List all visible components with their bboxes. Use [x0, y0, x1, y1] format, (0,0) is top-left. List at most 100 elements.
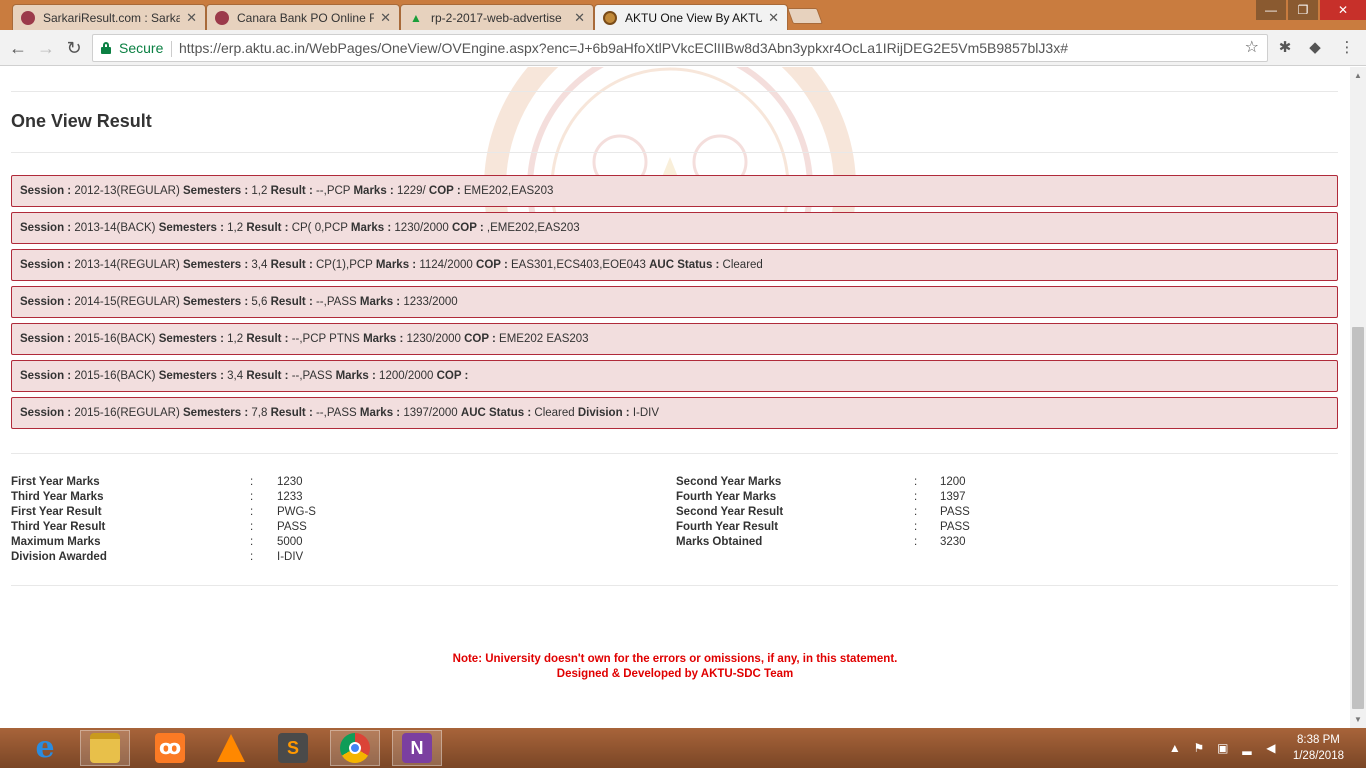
summary-colon: : — [914, 506, 918, 518]
tab-label: rp-2-2017-web-advertise — [431, 10, 562, 25]
action-center-flag-icon[interactable]: ⚑ — [1191, 740, 1207, 756]
tab-close-icon[interactable]: ✕ — [380, 10, 391, 26]
summary-label: Division Awarded — [11, 551, 107, 563]
extension-puzzle-icon[interactable]: ◆ — [1306, 39, 1324, 57]
system-clock[interactable]: 8:38 PM 1/28/2018 — [1293, 732, 1344, 764]
sublime-text-icon[interactable]: S — [268, 730, 318, 766]
browser-toolbar: ← → ↻ Secure https://erp.aktu.ac.in/WebP… — [0, 30, 1366, 66]
minimize-icon[interactable]: — — [1256, 0, 1286, 20]
network-adapter-icon[interactable]: ▣ — [1215, 740, 1231, 756]
close-window-icon[interactable]: ✕ — [1320, 0, 1366, 20]
tab-label: Canara Bank PO Online F — [237, 10, 375, 25]
summary-value: 5000 — [277, 536, 303, 548]
vertical-scrollbar[interactable]: ▲ ▼ — [1350, 67, 1366, 728]
scrollbar-thumb[interactable] — [1352, 327, 1364, 709]
summary-colon: : — [250, 521, 254, 533]
session-row: Session : 2015-16(REGULAR) Semesters : 7… — [11, 397, 1338, 429]
divider — [11, 91, 1338, 92]
tab-label: AKTU One View By AKTU — [625, 10, 763, 25]
site-favicon-icon — [215, 10, 229, 25]
forward-icon[interactable]: → — [34, 36, 58, 60]
summary-label: Maximum Marks — [11, 536, 101, 548]
volume-icon[interactable]: ◀ — [1263, 740, 1279, 756]
url-text[interactable]: https://erp.aktu.ac.in/WebPages/OneView/… — [179, 35, 1068, 61]
credit-note: Designed & Developed by AKTU-SDC Team — [556, 668, 794, 680]
summary-colon: : — [914, 521, 918, 533]
summary-colon: : — [250, 536, 254, 548]
wifi-signal-icon[interactable]: ▂ — [1239, 740, 1255, 756]
summary-value: PASS — [277, 521, 307, 533]
summary-colon: : — [914, 491, 918, 503]
back-icon[interactable]: ← — [6, 36, 30, 60]
summary-value: I-DIV — [277, 551, 304, 563]
tab-close-icon[interactable]: ✕ — [574, 10, 585, 26]
lock-icon — [101, 42, 111, 54]
browser-tab-strip: SarkariResult.com : Sarka ✕ Canara Bank … — [0, 0, 1366, 30]
restore-icon[interactable]: ❐ — [1288, 0, 1318, 20]
summary-colon: : — [250, 551, 254, 563]
summary-value: 3230 — [940, 536, 966, 548]
session-row: Session : 2015-16(BACK) Semesters : 1,2 … — [11, 323, 1338, 355]
chrome-menu-icon[interactable]: ⋮ — [1338, 39, 1356, 57]
summary-label: Second Year Result — [676, 506, 784, 518]
onenote-icon[interactable]: N — [392, 730, 442, 766]
summary-colon: : — [914, 476, 918, 488]
new-tab-button[interactable] — [787, 8, 823, 24]
scroll-up-icon[interactable]: ▲ — [1354, 71, 1362, 80]
vlc-icon[interactable] — [206, 730, 256, 766]
session-row: Session : 2013-14(REGULAR) Semesters : 3… — [11, 249, 1338, 281]
page-viewport: One View Result Session : 2012-13(REGULA… — [0, 67, 1350, 728]
session-row: Session : 2014-15(REGULAR) Semesters : 5… — [11, 286, 1338, 318]
summary-label: Third Year Marks — [11, 491, 104, 503]
show-hidden-icons-icon[interactable]: ▲ — [1167, 740, 1183, 756]
file-explorer-icon[interactable] — [80, 730, 130, 766]
divider — [11, 585, 1338, 586]
windows-taskbar: e ꝏ S N ▲ ⚑ ▣ ▂ ◀ 8:38 PM 1/28/2018 — [0, 728, 1366, 768]
google-drive-icon: ▲ — [410, 10, 422, 25]
summary-colon: : — [250, 476, 254, 488]
page-title: One View Result — [11, 111, 152, 131]
summary-label: Fourth Year Result — [676, 521, 779, 533]
system-tray: ▲ ⚑ ▣ ▂ ◀ 8:38 PM 1/28/2018 — [1163, 728, 1366, 768]
aktu-favicon-icon — [603, 10, 617, 25]
summary-value: 1230 — [277, 476, 303, 488]
address-bar[interactable]: Secure https://erp.aktu.ac.in/WebPages/O… — [92, 34, 1268, 62]
tab-rp-advertisement[interactable]: ▲ rp-2-2017-web-advertise ✕ — [400, 4, 594, 30]
summary-label: Third Year Result — [11, 521, 106, 533]
session-row: Session : 2015-16(BACK) Semesters : 3,4 … — [11, 360, 1338, 392]
tab-close-icon[interactable]: ✕ — [768, 10, 779, 26]
summary-label: First Year Result — [11, 506, 102, 518]
scroll-down-icon[interactable]: ▼ — [1354, 715, 1362, 724]
xampp-icon[interactable]: ꝏ — [145, 730, 195, 766]
summary-colon: : — [250, 506, 254, 518]
summary-label: First Year Marks — [11, 476, 100, 488]
tab-sarkari-result[interactable]: SarkariResult.com : Sarka ✕ — [12, 4, 206, 30]
summary-colon: : — [250, 491, 254, 503]
summary-value: PASS — [940, 506, 970, 518]
secure-label: Secure — [119, 40, 164, 56]
clock-date: 1/28/2018 — [1292, 750, 1344, 762]
bookmark-star-icon[interactable]: ☆ — [1245, 35, 1259, 61]
summary-label: Second Year Marks — [676, 476, 782, 488]
tab-aktu-one-view[interactable]: AKTU One View By AKTU ✕ — [594, 4, 788, 30]
reload-icon[interactable]: ↻ — [62, 36, 86, 60]
summary-value: PWG-S — [277, 506, 316, 518]
chrome-icon[interactable] — [330, 730, 380, 766]
summary-label: Fourth Year Marks — [676, 491, 777, 503]
summary-value: 1397 — [940, 491, 966, 503]
window-controls: — ❐ ✕ — [1254, 0, 1366, 20]
summary-value: PASS — [940, 521, 970, 533]
tab-close-icon[interactable]: ✕ — [186, 10, 197, 26]
summary-value: 1233 — [277, 491, 303, 503]
internet-explorer-icon[interactable]: e — [20, 730, 70, 766]
summary-colon: : — [914, 536, 918, 548]
session-row: Session : 2012-13(REGULAR) Semesters : 1… — [11, 175, 1338, 207]
extension-bug-icon[interactable]: ✱ — [1276, 39, 1294, 57]
session-row: Session : 2013-14(BACK) Semesters : 1,2 … — [11, 212, 1338, 244]
tab-label: SarkariResult.com : Sarka — [43, 10, 181, 25]
clock-time: 8:38 PM — [1297, 734, 1340, 746]
tab-canara-bank[interactable]: Canara Bank PO Online F ✕ — [206, 4, 400, 30]
divider — [11, 152, 1338, 153]
address-separator — [171, 41, 172, 57]
disclaimer-note: Note: University doesn't own for the err… — [452, 653, 898, 665]
